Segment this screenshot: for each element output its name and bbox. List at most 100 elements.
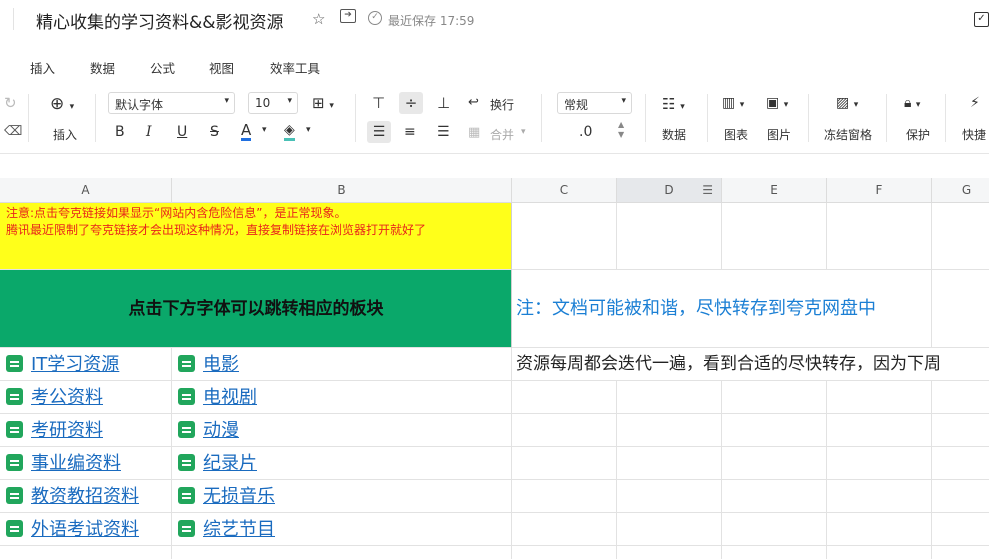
grid-cell[interactable] xyxy=(512,381,617,414)
grid-cell[interactable] xyxy=(932,270,989,348)
chevron-down-icon[interactable]: ▾ xyxy=(262,125,267,135)
grid-cell[interactable] xyxy=(512,480,617,513)
shortcut-label[interactable]: 快捷 xyxy=(962,126,986,143)
column-header-e[interactable]: E xyxy=(722,178,827,203)
grid-cell[interactable] xyxy=(617,513,722,546)
link-lossless-music[interactable]: 无损音乐 xyxy=(203,486,275,507)
protect-label[interactable]: 保护 xyxy=(906,126,930,143)
italic-button[interactable]: I xyxy=(146,124,152,140)
number-format-select[interactable]: 常规 ▾ xyxy=(557,92,632,114)
grid-cell[interactable] xyxy=(172,546,512,559)
grid-cell[interactable] xyxy=(932,381,989,414)
grid-cell[interactable] xyxy=(722,203,827,270)
link-civil-service[interactable]: 考公资料 xyxy=(31,387,103,408)
grid-cell[interactable] xyxy=(827,381,932,414)
grid-cell[interactable] xyxy=(932,203,989,270)
grid-cell[interactable] xyxy=(722,447,827,480)
underline-button[interactable]: U xyxy=(177,124,187,140)
grid-cell[interactable] xyxy=(512,513,617,546)
eraser-icon[interactable]: ⌫ xyxy=(4,124,22,139)
shortcut-icon[interactable]: ⚡ xyxy=(970,95,980,111)
link-cell[interactable]: 电视剧 xyxy=(172,381,512,414)
grid-cell[interactable] xyxy=(932,513,989,546)
align-right-icon[interactable]: ☰ xyxy=(437,124,450,140)
grid-cell[interactable] xyxy=(0,546,172,559)
link-cell[interactable]: 综艺节目 xyxy=(172,513,512,546)
link-documentary[interactable]: 纪录片 xyxy=(203,453,257,474)
column-header-c[interactable]: C xyxy=(512,178,617,203)
align-middle-icon[interactable]: ÷ xyxy=(399,92,423,114)
chart-icon[interactable]: ▥ ▾ xyxy=(722,95,744,111)
font-color-button[interactable]: A xyxy=(241,122,252,141)
menu-insert[interactable]: 插入 xyxy=(30,58,55,77)
strikethrough-button[interactable]: S xyxy=(210,124,219,140)
merge-icon[interactable]: ▦ xyxy=(468,125,480,140)
notice-cell[interactable]: 注意:点击夸克链接如果显示“网站内含危险信息”，是正常现象。 腾讯最近限制了夸克… xyxy=(0,203,512,270)
redo-icon[interactable]: ↻ xyxy=(4,94,17,112)
link-variety-shows[interactable]: 综艺节目 xyxy=(203,519,275,540)
grid-cell[interactable] xyxy=(512,546,617,559)
grid-cell[interactable] xyxy=(722,414,827,447)
image-label[interactable]: 图片 xyxy=(767,126,791,143)
grid-cell[interactable] xyxy=(617,203,722,270)
font-family-select[interactable]: 默认字体 ▾ xyxy=(108,92,235,114)
font-size-select[interactable]: 10 ▾ xyxy=(248,92,298,114)
menu-efficiency-tools[interactable]: 效率工具 xyxy=(270,58,320,77)
grid-cell[interactable] xyxy=(827,513,932,546)
link-postgraduate[interactable]: 考研资料 xyxy=(31,420,103,441)
task-check-icon[interactable]: ✓ xyxy=(974,12,989,27)
link-cell[interactable]: 考研资料 xyxy=(0,414,172,447)
grid-cell[interactable] xyxy=(827,203,932,270)
grid-cell[interactable] xyxy=(827,447,932,480)
align-left-icon[interactable]: ☰ xyxy=(367,121,391,143)
link-cell[interactable]: 动漫 xyxy=(172,414,512,447)
link-tv-series[interactable]: 电视剧 xyxy=(203,387,257,408)
grid-cell[interactable] xyxy=(617,447,722,480)
bold-button[interactable]: B xyxy=(115,124,125,140)
fill-color-icon[interactable]: ◈ xyxy=(284,122,295,141)
align-top-icon[interactable]: ⊤ xyxy=(372,94,385,112)
filter-icon[interactable]: ☰ xyxy=(702,178,713,203)
weekly-note-cell[interactable]: 资源每周都会迭代一遍，看到合适的尽快转存，因为下周 xyxy=(512,348,989,381)
decimal-stepper-icon[interactable]: ▲ ▼ xyxy=(618,120,624,140)
link-teacher-cert[interactable]: 教资教招资料 xyxy=(31,486,139,507)
grid-cell[interactable] xyxy=(722,480,827,513)
freeze-icon[interactable]: ▨ ▾ xyxy=(836,95,858,111)
column-header-a[interactable]: A xyxy=(0,178,172,203)
grid-cell[interactable] xyxy=(932,546,989,559)
grid-cell[interactable] xyxy=(617,480,722,513)
decimal-button[interactable]: .0 xyxy=(579,124,592,140)
grid-cell[interactable] xyxy=(722,513,827,546)
align-bottom-icon[interactable]: ⊥ xyxy=(437,94,450,112)
note-cell[interactable]: 注：文档可能被和谐，尽快转存到夸克网盘中 xyxy=(512,270,932,348)
link-cell[interactable]: 电影 xyxy=(172,348,512,381)
link-cell[interactable]: 纪录片 xyxy=(172,447,512,480)
wrap-icon[interactable]: ↩ xyxy=(468,95,479,110)
grid-cell[interactable] xyxy=(617,414,722,447)
column-header-f[interactable]: F xyxy=(827,178,932,203)
link-anime[interactable]: 动漫 xyxy=(203,420,239,441)
grid-cell[interactable] xyxy=(827,480,932,513)
data-icon[interactable]: ☷ ▾ xyxy=(662,95,685,113)
column-header-d[interactable]: D ☰ xyxy=(617,178,722,203)
grid-cell[interactable] xyxy=(932,447,989,480)
move-to-folder-icon[interactable]: ➔ xyxy=(340,9,356,23)
grid-cell[interactable] xyxy=(722,546,827,559)
link-cell[interactable]: 无损音乐 xyxy=(172,480,512,513)
link-cell[interactable]: 外语考试资料 xyxy=(0,513,172,546)
banner-cell[interactable]: 点击下方字体可以跳转相应的板块 xyxy=(0,270,512,348)
menu-view[interactable]: 视图 xyxy=(209,58,234,77)
star-icon[interactable]: ☆ xyxy=(312,10,325,28)
document-title[interactable]: 精心收集的学习资料&&影视资源 xyxy=(36,8,284,33)
grid-cell[interactable] xyxy=(722,381,827,414)
insert-plus-icon[interactable]: ⊕ ▾ xyxy=(50,94,74,114)
chevron-down-icon[interactable]: ▾ xyxy=(521,127,526,137)
grid-cell[interactable] xyxy=(932,480,989,513)
image-icon[interactable]: ▣ ▾ xyxy=(766,95,788,111)
grid-cell[interactable] xyxy=(617,381,722,414)
menu-data[interactable]: 数据 xyxy=(90,58,115,77)
link-cell[interactable]: 事业编资料 xyxy=(0,447,172,480)
border-icon[interactable]: ⊞ ▾ xyxy=(312,94,334,112)
link-public-institution[interactable]: 事业编资料 xyxy=(31,453,121,474)
link-cell[interactable]: 教资教招资料 xyxy=(0,480,172,513)
